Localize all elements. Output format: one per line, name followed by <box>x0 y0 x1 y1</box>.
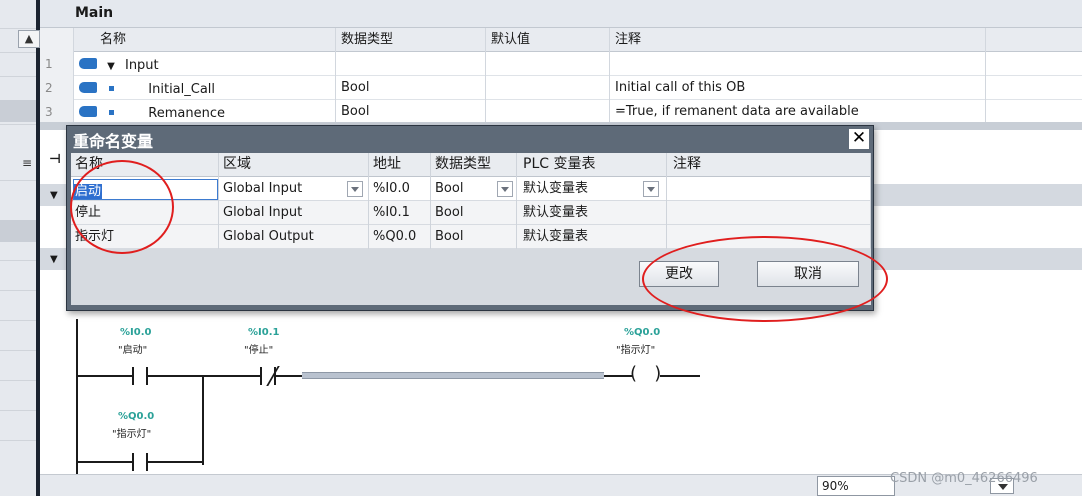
row-number: 3 <box>40 100 74 124</box>
zoom-field[interactable]: 90% <box>817 476 895 496</box>
comment-value[interactable] <box>667 201 871 225</box>
watermark: CSDN @m0_46266496 <box>890 471 1038 486</box>
contact-no-icon[interactable] <box>132 367 134 385</box>
ladder-network: %I0.0 "启动" %I0.1 "停止" %Q0.0 "指示灯" ( ) %Q… <box>0 311 1082 481</box>
annotation-circle <box>70 160 174 254</box>
row-default <box>486 52 610 76</box>
row-name: Input <box>124 58 159 73</box>
row-comment[interactable]: =True, if remanent data are available <box>610 100 986 124</box>
row-default[interactable] <box>486 100 610 124</box>
expand-triangle-icon[interactable]: ▼ <box>50 254 58 265</box>
annotation-circle <box>642 236 888 322</box>
grid-header-row: 名称 区域 地址 数据类型 PLC 变量表 注释 <box>71 153 871 177</box>
row-comment <box>610 52 986 76</box>
address-value[interactable]: %I0.0 <box>369 177 431 201</box>
interface-io-icon <box>79 58 97 69</box>
area-value[interactable]: Global Input <box>219 201 369 225</box>
network-marker-icon: ⊣ <box>49 152 61 167</box>
plc-table-value: 默认变量表 <box>523 181 589 196</box>
row-default[interactable] <box>486 76 610 100</box>
comment-value[interactable] <box>667 177 871 201</box>
row-type[interactable]: Bool <box>336 76 486 100</box>
col-address: 地址 <box>369 153 431 177</box>
power-rail <box>76 319 78 475</box>
dropdown-icon[interactable] <box>347 181 363 197</box>
close-icon[interactable]: ✕ <box>849 129 869 149</box>
row-type <box>336 52 486 76</box>
rename-grid: 名称 区域 地址 数据类型 PLC 变量表 注释 启动 Global Input… <box>71 153 871 249</box>
contact-address: %I0.0 <box>120 327 152 338</box>
expand-triangle-icon[interactable]: ▼ <box>50 190 58 201</box>
table-row[interactable]: 3 Remanence Bool =True, if remanent data… <box>40 100 1082 124</box>
wire-highlight <box>302 372 604 379</box>
block-header: Main <box>40 0 1082 28</box>
type-value[interactable]: Bool <box>431 225 517 249</box>
coil-name: "指示灯" <box>616 345 656 356</box>
area-value[interactable]: Global Output <box>219 225 369 249</box>
collapse-up-arrow-icon[interactable]: ▲ <box>18 30 40 48</box>
interface-io-icon <box>79 82 97 93</box>
dropdown-icon[interactable] <box>643 181 659 197</box>
col-plc-table: PLC 变量表 <box>517 153 667 177</box>
col-datatype: 数据类型 <box>336 28 486 52</box>
plc-table-value[interactable]: 默认变量表 <box>517 225 667 249</box>
area-value: Global Input <box>223 181 303 196</box>
address-value[interactable]: %I0.1 <box>369 201 431 225</box>
type-value[interactable]: Bool <box>431 201 517 225</box>
member-square-icon <box>109 110 115 115</box>
table-row[interactable]: 2 Initial_Call Bool Initial call of this… <box>40 76 1082 100</box>
coil-icon[interactable]: ( ) <box>630 363 661 384</box>
col-area: 区域 <box>219 153 369 177</box>
table-row[interactable]: 停止 Global Input %I0.1 Bool 默认变量表 <box>71 201 871 225</box>
row-type[interactable]: Bool <box>336 100 486 124</box>
table-row[interactable]: 1 ▼ Input <box>40 52 1082 76</box>
row-name: Remanence <box>148 106 225 121</box>
contact-name: "启动" <box>118 345 148 356</box>
expand-triangle-icon[interactable]: ▼ <box>107 61 115 72</box>
interface-io-icon <box>79 106 97 117</box>
type-value: Bool <box>435 181 464 196</box>
col-comment: 注释 <box>610 28 986 52</box>
col-comment: 注释 <box>667 153 871 177</box>
contact-name: "停止" <box>244 345 274 356</box>
row-name: Initial_Call <box>148 82 216 97</box>
block-title: Main <box>75 5 114 21</box>
col-name: 名称 <box>74 28 336 52</box>
row-comment[interactable]: Initial call of this OB <box>610 76 986 100</box>
col-default: 默认值 <box>486 28 610 52</box>
drag-handle-icon[interactable]: ≡ <box>22 156 32 170</box>
dropdown-icon[interactable] <box>497 181 513 197</box>
address-value[interactable]: %Q0.0 <box>369 225 431 249</box>
contact-name: "指示灯" <box>112 429 152 440</box>
row-number: 1 <box>40 52 74 76</box>
member-square-icon <box>109 86 115 91</box>
col-datatype: 数据类型 <box>431 153 517 177</box>
contact-address: %I0.1 <box>248 327 280 338</box>
plc-table-value[interactable]: 默认变量表 <box>517 201 667 225</box>
table-row[interactable]: 启动 Global Input %I0.0 Bool 默认变量表 <box>71 177 871 201</box>
contact-address: %Q0.0 <box>118 411 155 422</box>
dialog-title: 重命名变量 <box>73 132 154 151</box>
row-number: 2 <box>40 76 74 100</box>
contact-no-icon[interactable] <box>132 453 134 471</box>
coil-address: %Q0.0 <box>624 327 661 338</box>
interface-header-row: 名称 数据类型 默认值 注释 <box>40 28 1082 52</box>
